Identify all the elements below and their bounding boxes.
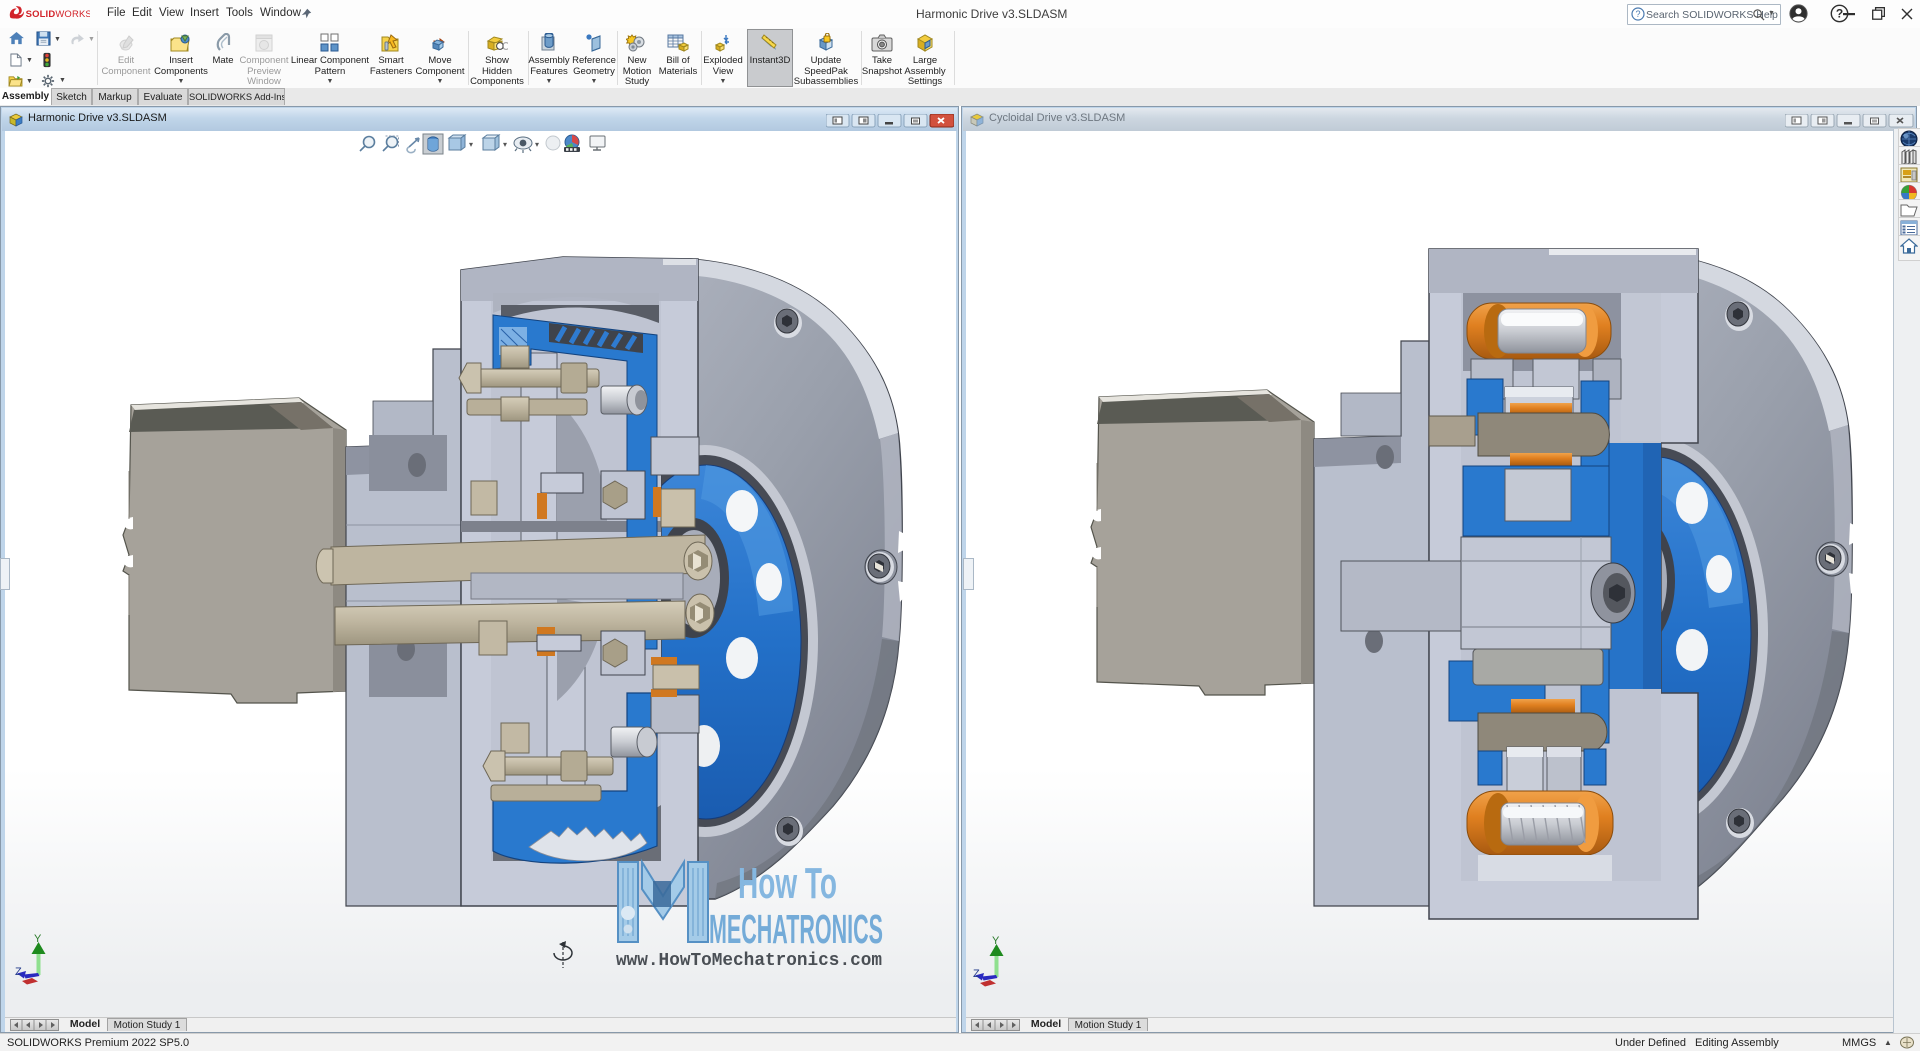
svg-text:Y: Y (34, 933, 42, 945)
svg-text:?: ? (1635, 9, 1640, 19)
svg-text:MECHATRONICS: MECHATRONICS (709, 906, 883, 952)
svg-text:Z: Z (973, 968, 980, 980)
svg-text:How To: How To (738, 859, 837, 908)
svg-text:SOLIDWORKS: SOLIDWORKS (26, 9, 90, 20)
svg-text:Y: Y (992, 935, 1000, 947)
svg-text:www.HowToMechatronics.com: www.HowToMechatronics.com (616, 951, 882, 971)
svg-text:Z: Z (15, 966, 22, 978)
